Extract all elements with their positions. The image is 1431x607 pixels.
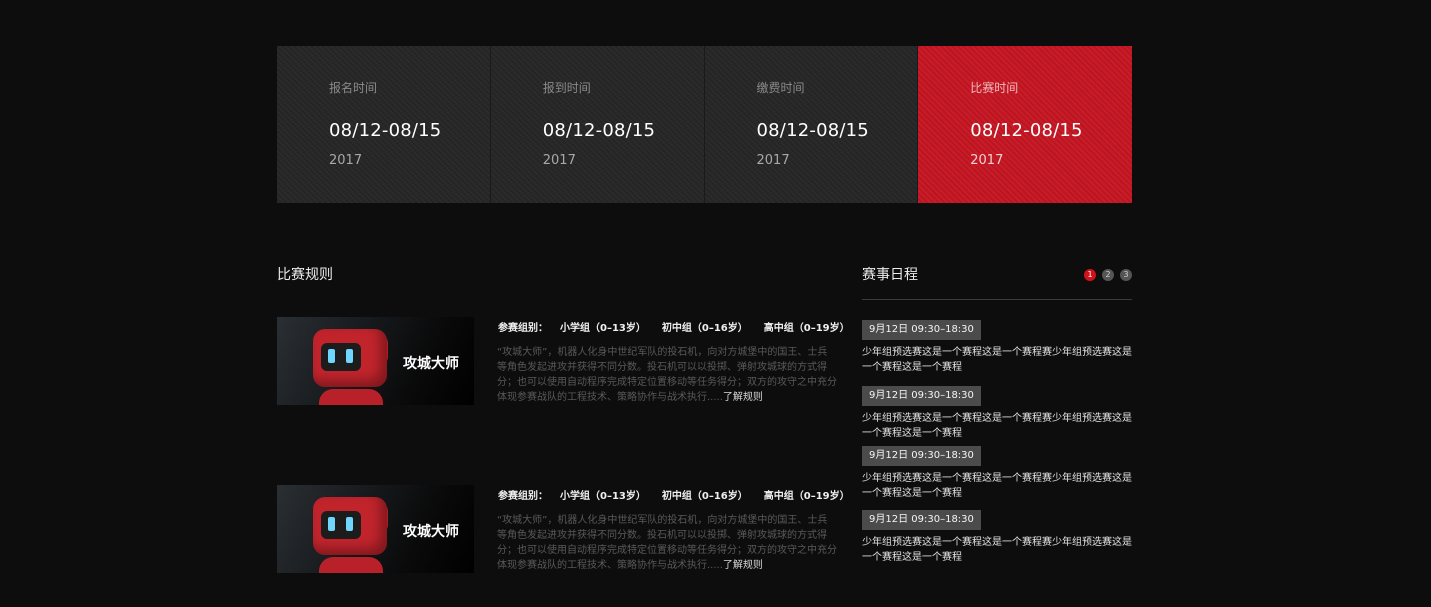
timeline-card-competition[interactable]: 比赛时间 08/12-08/15 2017 [918, 46, 1132, 203]
schedule-text: 少年组预选赛这是一个赛程这是一个赛程赛少年组预选赛这是一个赛程这是一个赛程 [862, 537, 1132, 563]
group-middle: 初中组（0–16岁） [661, 323, 748, 334]
robot-eye [346, 517, 353, 531]
schedule-text: 少年组预选赛这是一个赛程这是一个赛程赛少年组预选赛这是一个赛程这是一个赛程 [862, 413, 1132, 439]
schedule-item[interactable]: 9月12日 09:30–18:30 少年组预选赛这是一个赛程这是一个赛程赛少年组… [862, 443, 1137, 501]
timeline-year: 2017 [329, 153, 363, 168]
timeline: 报名时间 08/12-08/15 2017 报到时间 08/12-08/15 2… [277, 46, 1132, 203]
timeline-year: 2017 [970, 153, 1004, 168]
schedule-item[interactable]: 9月12日 09:30–18:30 少年组预选赛这是一个赛程这是一个赛程赛少年组… [862, 317, 1137, 375]
schedule-item[interactable]: 9月12日 09:30–18:30 少年组预选赛这是一个赛程这是一个赛程赛少年组… [862, 507, 1137, 565]
robot-body [319, 389, 383, 405]
groups-label: 参赛组别： [498, 491, 548, 502]
rule-description-text: “攻城大师”，机器人化身中世纪军队的投石机，向对方城堡中的国王、士兵等角色发起进… [497, 515, 837, 571]
timeline-card-checkin[interactable]: 报到时间 08/12-08/15 2017 [490, 46, 705, 203]
age-groups: 参赛组别： 小学组（0–13岁） 初中组（0–16岁） 高中组（0–19岁） [498, 487, 866, 502]
schedule-divider [862, 299, 1132, 300]
schedule-pager: 1 2 3 [1084, 269, 1132, 281]
timeline-date: 08/12-08/15 [329, 120, 442, 141]
groups-label: 参赛组别： [498, 323, 548, 334]
timeline-label: 报名时间 [329, 81, 378, 95]
robot-eye [328, 349, 335, 363]
timeline-label: 比赛时间 [970, 81, 1019, 95]
robot-body [319, 557, 383, 573]
schedule-text: 少年组预选赛这是一个赛程这是一个赛程赛少年组预选赛这是一个赛程这是一个赛程 [862, 347, 1132, 373]
rule-thumbnail[interactable]: 攻城大师 [277, 317, 474, 405]
timeline-date: 08/12-08/15 [970, 120, 1083, 141]
learn-rules-link[interactable]: 了解规则 [723, 392, 763, 403]
schedule-time: 9月12日 09:30–18:30 [862, 320, 981, 340]
rule-description-text: “攻城大师”，机器人化身中世纪军队的投石机，向对方城堡中的国王、士兵等角色发起进… [497, 347, 837, 403]
page-dot-1[interactable]: 1 [1084, 269, 1096, 281]
rules-heading: 比赛规则 [277, 267, 333, 283]
robot-eye [328, 517, 335, 531]
timeline-year: 2017 [756, 153, 790, 168]
group-primary: 小学组（0–13岁） [560, 491, 646, 502]
schedule-text: 少年组预选赛这是一个赛程这是一个赛程赛少年组预选赛这是一个赛程这是一个赛程 [862, 473, 1132, 499]
thumbnail-title: 攻城大师 [403, 524, 459, 540]
timeline-date: 08/12-08/15 [756, 120, 869, 141]
rule-description: “攻城大师”，机器人化身中世纪军队的投石机，向对方城堡中的国王、士兵等角色发起进… [497, 513, 837, 573]
group-middle: 初中组（0–16岁） [661, 491, 748, 502]
robot-face [321, 343, 361, 371]
group-high: 高中组（0–19岁） [763, 323, 850, 334]
group-primary: 小学组（0–13岁） [560, 323, 646, 334]
schedule-time: 9月12日 09:30–18:30 [862, 386, 981, 406]
rule-card: 攻城大师 参赛组别： 小学组（0–13岁） 初中组（0–16岁） 高中组（0–19岁）… [277, 317, 850, 405]
group-high: 高中组（0–19岁） [763, 491, 850, 502]
timeline-year: 2017 [542, 153, 576, 168]
learn-rules-link[interactable]: 了解规则 [723, 560, 763, 571]
timeline-label: 报到时间 [542, 81, 591, 95]
timeline-card-payment[interactable]: 缴费时间 08/12-08/15 2017 [704, 46, 919, 203]
timeline-date: 08/12-08/15 [542, 120, 656, 141]
schedule-time: 9月12日 09:30–18:30 [862, 446, 981, 466]
schedule-item[interactable]: 9月12日 09:30–18:30 少年组预选赛这是一个赛程这是一个赛程赛少年组… [862, 383, 1137, 441]
robot-eye [346, 349, 353, 363]
schedule-heading: 赛事日程 [862, 267, 918, 283]
rule-card: 攻城大师 参赛组别： 小学组（0–13岁） 初中组（0–16岁） 高中组（0–19岁）… [277, 485, 850, 573]
age-groups: 参赛组别： 小学组（0–13岁） 初中组（0–16岁） 高中组（0–19岁） [498, 319, 866, 334]
timeline-label: 缴费时间 [756, 81, 805, 95]
rule-description: “攻城大师”，机器人化身中世纪军队的投石机，向对方城堡中的国王、士兵等角色发起进… [497, 345, 837, 405]
schedule-time: 9月12日 09:30–18:30 [862, 510, 981, 530]
page-dot-3[interactable]: 3 [1120, 269, 1132, 281]
page-dot-2[interactable]: 2 [1102, 269, 1114, 281]
thumbnail-title: 攻城大师 [403, 356, 459, 372]
timeline-card-registration[interactable]: 报名时间 08/12-08/15 2017 [277, 46, 491, 203]
rule-thumbnail[interactable]: 攻城大师 [277, 485, 474, 573]
robot-face [321, 511, 361, 539]
